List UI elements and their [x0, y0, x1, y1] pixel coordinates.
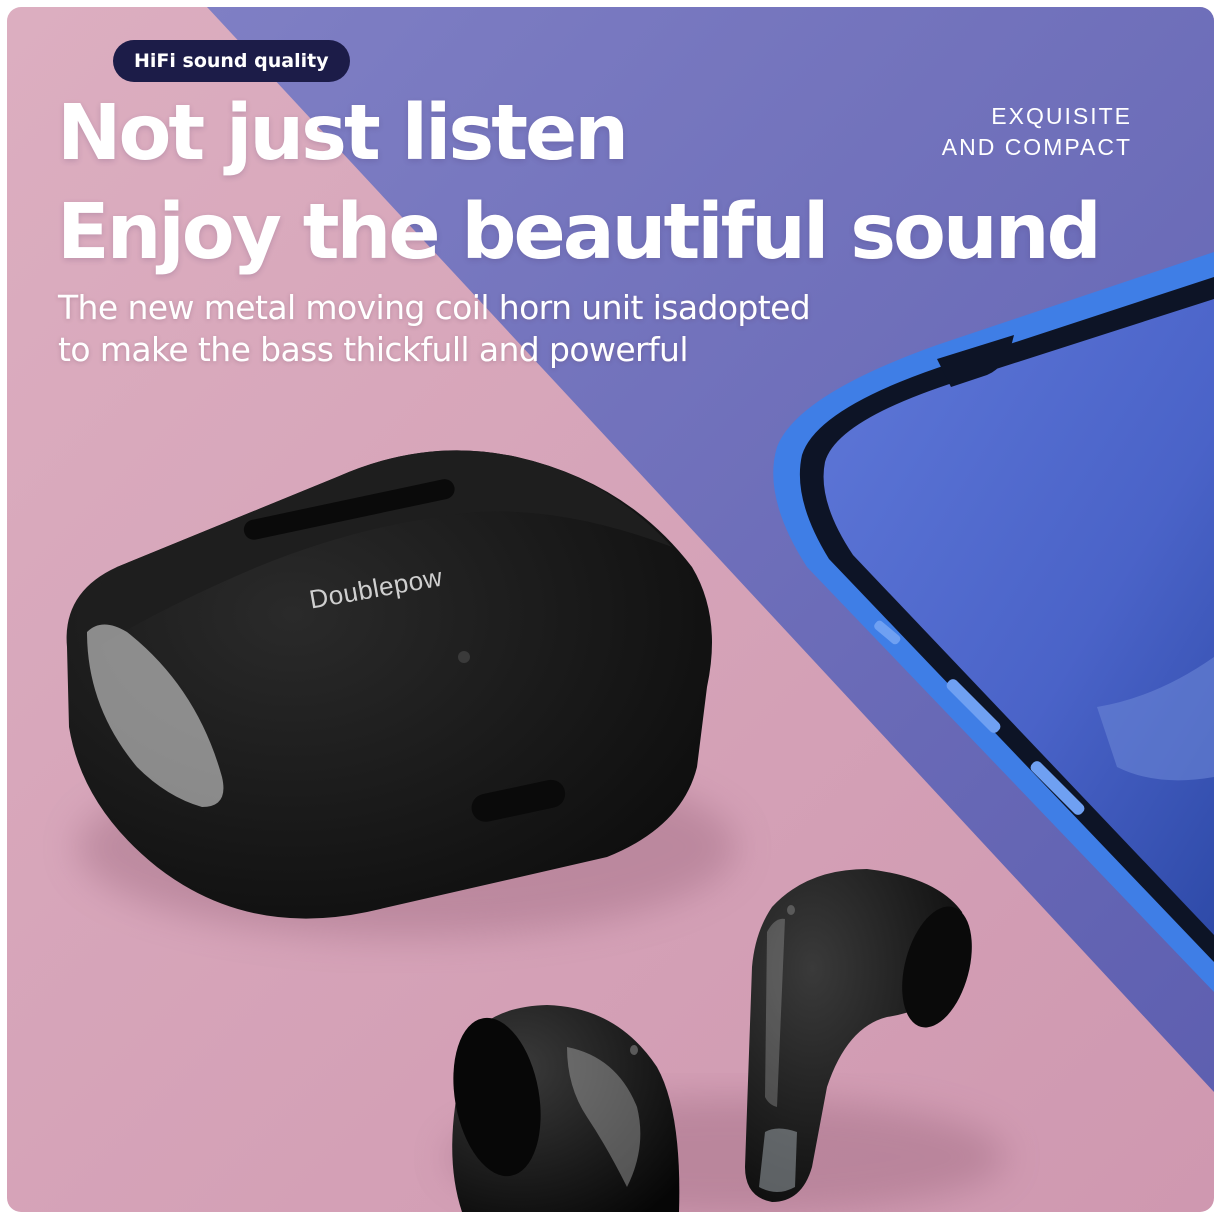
tagline-line-1: EXQUISITE	[991, 103, 1132, 129]
headline-line-2: Enjoy the beautiful sound	[57, 188, 1102, 277]
product-banner: HiFi sound quality Not just listen Enjoy…	[7, 7, 1214, 1212]
subtitle-line-1: The new metal moving coil horn unit isad…	[58, 288, 811, 327]
hifi-badge: HiFi sound quality	[113, 40, 350, 82]
tagline-line-2: AND COMPACT	[941, 134, 1132, 160]
headline-line-1: Not just listen	[57, 89, 629, 178]
subtitle-line-2: to make the bass thickfull and powerful	[58, 330, 689, 369]
